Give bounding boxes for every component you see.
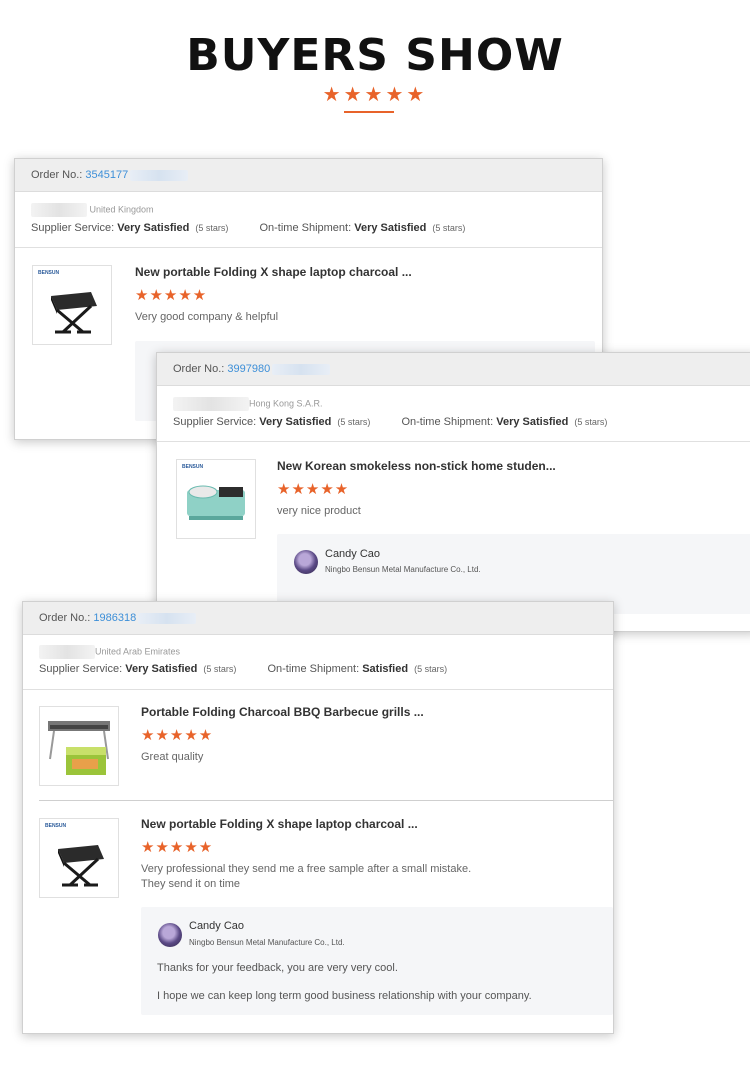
- supplier-service-stars: (5 stars): [203, 664, 237, 674]
- reply-company: Ningbo Bensun Metal Manufacture Co., Ltd…: [325, 565, 481, 574]
- buyer-country: United Arab Emirates: [95, 646, 181, 657]
- supplier-service-stars: (5 stars): [337, 417, 371, 427]
- title-underline: [344, 111, 394, 113]
- service-ratings: Supplier Service: Very Satisfied (5 stars…: [31, 222, 465, 234]
- shipment-label: On-time Shipment:: [401, 416, 494, 428]
- rating-stars-icon: ★★★★★: [141, 727, 214, 744]
- order-number-mask: [130, 169, 189, 181]
- product-title-link[interactable]: New portable Folding X shape laptop char…: [135, 265, 412, 279]
- shipment-label: On-time Shipment:: [259, 222, 352, 234]
- reply-text-line-1: Thanks for your feedback, you are very v…: [157, 962, 398, 974]
- order-number-link[interactable]: 3545177: [85, 169, 128, 181]
- buyer-name-mask: [39, 645, 95, 659]
- order-number-link[interactable]: 1986318: [93, 612, 136, 624]
- avatar: [158, 923, 182, 947]
- order-number-mask: [138, 612, 197, 624]
- rating-stars-icon: ★★★★★: [141, 839, 214, 856]
- order-number-mask: [272, 363, 331, 375]
- rating-stars-icon: ★★★★★: [135, 287, 208, 304]
- shipment-stars: (5 stars): [574, 417, 608, 427]
- folding-grill-image[interactable]: BENSUN: [32, 265, 112, 345]
- rating-stars-icon: ★★★★★: [277, 481, 350, 498]
- product-title-link[interactable]: New portable Folding X shape laptop char…: [141, 817, 418, 831]
- buyer-name-mask: [173, 397, 249, 411]
- order-header: Order No.: 1986318: [23, 602, 613, 635]
- shipment-value: Very Satisfied: [354, 222, 427, 234]
- divider: [23, 689, 613, 690]
- title-stars-icon: ★★★★★: [322, 84, 428, 106]
- supplier-service-label: Supplier Service:: [31, 222, 115, 234]
- order-label: Order No.:: [39, 612, 91, 624]
- reply-name: Candy Cao: [325, 548, 381, 560]
- bbq-grill-image[interactable]: [39, 706, 119, 786]
- buyer-info: Hong Kong S.A.R.: [173, 397, 323, 411]
- supplier-service-stars: (5 stars): [195, 223, 229, 233]
- hotpot-grill-image[interactable]: BENSUN: [176, 459, 256, 539]
- supplier-service-label: Supplier Service:: [173, 416, 257, 428]
- buyer-info: United Arab Emirates: [39, 645, 180, 659]
- shipment-label: On-time Shipment:: [267, 663, 360, 675]
- shipment-value: Very Satisfied: [496, 416, 569, 428]
- buyer-name-mask: [31, 203, 87, 217]
- reply-company: Ningbo Bensun Metal Manufacture Co., Ltd…: [189, 938, 345, 947]
- service-ratings: Supplier Service: Very Satisfied (5 stars…: [39, 663, 447, 675]
- item-divider: [39, 800, 613, 801]
- review-card-2: Order No.: 3997980 Hong Kong S.A.R. Supp…: [156, 352, 750, 632]
- page-title: BUYERS SHOW: [186, 30, 564, 81]
- review-comment: very nice product: [277, 505, 361, 517]
- supplier-service-value: Very Satisfied: [125, 663, 198, 675]
- product-title-link[interactable]: New Korean smokeless non-stick home stud…: [277, 459, 556, 473]
- review-comment: Very good company & helpful: [135, 311, 279, 323]
- supplier-service-label: Supplier Service:: [39, 663, 123, 675]
- shipment-value: Satisfied: [362, 663, 409, 675]
- supplier-service-value: Very Satisfied: [259, 416, 332, 428]
- shipment-stars: (5 stars): [432, 223, 466, 233]
- shipment-stars: (5 stars): [414, 664, 448, 674]
- order-label: Order No.:: [173, 363, 225, 375]
- avatar: [294, 550, 318, 574]
- product-title-link[interactable]: Portable Folding Charcoal BBQ Barbecue g…: [141, 705, 424, 719]
- supplier-reply: Candy Cao Ningbo Bensun Metal Manufactur…: [141, 907, 613, 1015]
- service-ratings: Supplier Service: Very Satisfied (5 stars…: [173, 416, 607, 428]
- review-comment-line-2: They send it on time: [141, 878, 241, 890]
- divider: [157, 441, 750, 442]
- order-header: Order No.: 3997980: [157, 353, 750, 386]
- order-label: Order No.:: [31, 169, 83, 181]
- buyer-country: Hong Kong S.A.R.: [249, 398, 323, 409]
- review-card-3: Order No.: 1986318 United Arab Emirates …: [22, 601, 614, 1034]
- buyer-country: United Kingdom: [89, 204, 154, 215]
- review-comment-line-1: Very professional they send me a free sa…: [141, 863, 472, 875]
- order-number-link[interactable]: 3997980: [227, 363, 270, 375]
- buyer-info: United Kingdom: [31, 203, 154, 217]
- folding-grill-image[interactable]: BENSUN: [39, 818, 119, 898]
- buyers-show-header: BUYERS SHOW ★★★★★: [0, 0, 750, 130]
- reply-text-line-2: I hope we can keep long term good busine…: [157, 990, 532, 1002]
- order-header: Order No.: 3545177: [15, 159, 602, 192]
- divider: [15, 247, 602, 248]
- review-comment: Great quality: [141, 751, 204, 763]
- reply-name: Candy Cao: [189, 920, 245, 932]
- supplier-service-value: Very Satisfied: [117, 222, 190, 234]
